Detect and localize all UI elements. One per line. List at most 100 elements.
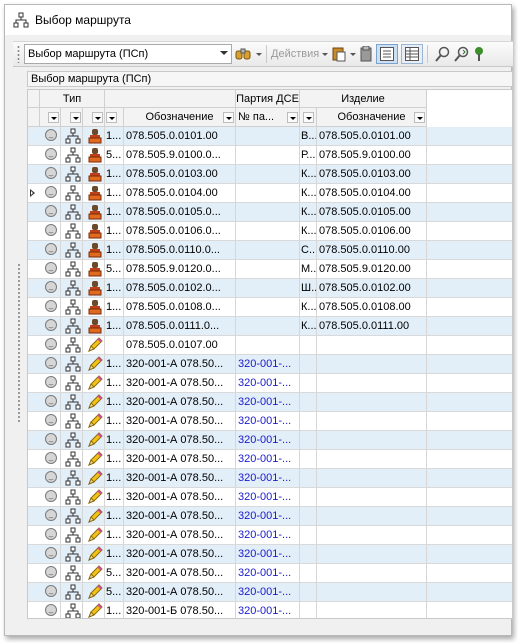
designation-cell[interactable]: 320-001-А 078.50... [124,355,236,373]
batch-no-cell[interactable] [236,146,300,164]
state-cell[interactable] [83,431,105,449]
status-cell[interactable] [40,336,61,354]
batch-no-cell[interactable]: 320-001-... [236,431,300,449]
state-cell[interactable] [83,374,105,392]
status-cell[interactable] [40,450,61,468]
column-header-designation[interactable]: Обозначение [124,108,236,127]
status-cell[interactable] [40,431,61,449]
number-cell[interactable]: 1... [105,165,124,183]
state-cell[interactable] [83,146,105,164]
batch-no-cell[interactable]: 320-001-... [236,545,300,563]
designation-cell[interactable]: 320-001-А 078.50... [124,393,236,411]
table-row[interactable]: 1... 320-001-А 078.50... 320-001-... [28,545,512,564]
product-kind-cell[interactable]: К... [300,203,317,221]
status-cell[interactable] [40,184,61,202]
product-designation-cell[interactable] [317,336,427,354]
kind-cell[interactable] [61,241,83,259]
table-row[interactable]: 1...078.505.0.0102.0... Ш...078.505.0.010… [28,279,512,298]
product-kind-cell[interactable] [300,374,317,392]
batch-no-cell[interactable]: 320-001-... [236,450,300,468]
designation-cell[interactable]: 320-001-А 078.50... [124,545,236,563]
product-kind-cell[interactable] [300,336,317,354]
status-cell[interactable] [40,355,61,373]
table-row[interactable]: 5...078.505.9.0120.0... М...078.505.9.012… [28,260,512,279]
column-header-number[interactable] [105,108,124,127]
table-row[interactable]: 5... 078.505.9.0100.0... Р... 078.505.9.010… [28,146,512,165]
designation-cell[interactable]: 320-001-А 078.50... [124,374,236,392]
batch-no-cell[interactable] [236,203,300,221]
paste-button[interactable] [331,44,357,64]
table-row[interactable]: 1... 320-001-А 078.50... 320-001-... [28,393,512,412]
column-group-batch[interactable]: Партия ДСЕ [236,90,300,108]
column-header-product-designation[interactable]: Обозначение [317,108,427,127]
product-kind-cell[interactable] [300,393,317,411]
state-cell[interactable] [83,450,105,468]
status-cell[interactable] [40,298,61,316]
number-cell[interactable]: 1... [105,127,124,145]
product-kind-cell[interactable] [300,412,317,430]
table-row[interactable]: 1... 320-001-А 078.50... 320-001-... [28,469,512,488]
state-cell[interactable] [83,545,105,563]
product-kind-cell[interactable] [300,564,317,582]
kind-cell[interactable] [61,260,83,278]
kind-cell[interactable] [61,374,83,392]
product-kind-cell[interactable]: Р... [300,146,317,164]
column-header-status[interactable] [40,108,61,127]
designation-cell[interactable]: 078.505.0.0103.00 [124,165,236,183]
product-designation-cell[interactable]: 078.505.0.0103.00 [317,165,427,183]
number-cell[interactable] [105,336,124,354]
status-cell[interactable] [40,602,61,618]
state-cell[interactable] [83,583,105,601]
number-cell[interactable]: 1... [105,222,124,240]
table-row[interactable]: 1... 078.505.0.0103.00 К... 078.505.0.0103.… [28,165,512,184]
product-designation-cell[interactable]: 078.505.0.0101.00 [317,127,427,145]
designation-cell[interactable]: 320-001-А 078.50... [124,412,236,430]
product-designation-cell[interactable]: 078.505.0.0111.00 [317,317,427,335]
column-group-type[interactable]: Тип [40,90,105,108]
kind-cell[interactable] [61,488,83,506]
column-header-state[interactable] [83,108,105,127]
product-designation-cell[interactable]: 078.505.9.0100.00 [317,146,427,164]
column-header-kind[interactable] [61,108,83,127]
kind-cell[interactable] [61,184,83,202]
state-cell[interactable] [83,165,105,183]
table-row[interactable]: 1... 320-001-А 078.50... 320-001-... [28,412,512,431]
number-cell[interactable]: 1... [105,545,124,563]
product-kind-cell[interactable]: К... [300,222,317,240]
column-filter-dropdown[interactable] [287,112,298,123]
designation-cell[interactable]: 078.505.0.0101.00 [124,127,236,145]
state-cell[interactable] [83,412,105,430]
kind-cell[interactable] [61,127,83,145]
kind-cell[interactable] [61,298,83,316]
designation-cell[interactable]: 078.505.9.0100.0... [124,146,236,164]
product-designation-cell[interactable] [317,526,427,544]
kind-cell[interactable] [61,450,83,468]
status-cell[interactable] [40,222,61,240]
status-cell[interactable] [40,507,61,525]
product-kind-cell[interactable]: В... [300,127,317,145]
product-designation-cell[interactable] [317,583,427,601]
product-designation-cell[interactable] [317,564,427,582]
splitter-grip[interactable] [17,263,21,423]
designation-cell[interactable]: 078.505.0.0110.0... [124,241,236,259]
product-designation-cell[interactable]: 078.505.0.0105.00 [317,203,427,221]
designation-cell[interactable]: 320-001-А 078.50... [124,583,236,601]
state-cell[interactable] [83,241,105,259]
column-header-product-kind[interactable] [300,108,317,127]
number-cell[interactable]: 1... [105,450,124,468]
number-cell[interactable]: 5... [105,260,124,278]
batch-no-cell[interactable] [236,222,300,240]
batch-no-cell[interactable]: 320-001-... [236,583,300,601]
kind-cell[interactable] [61,412,83,430]
designation-cell[interactable]: 078.505.0.0107.00 [124,336,236,354]
table-row[interactable]: 1... 078.505.0.0104.00 К... 078.505.0.0104.… [28,184,512,203]
batch-no-cell[interactable]: 320-001-... [236,507,300,525]
batch-no-cell[interactable]: 320-001-... [236,469,300,487]
batch-no-cell[interactable] [236,184,300,202]
number-cell[interactable]: 1... [105,431,124,449]
batch-no-cell[interactable]: 320-001-... [236,374,300,392]
table-row[interactable]: 1... 078.505.0.0111.0... К... 078.505.0.011… [28,317,512,336]
product-designation-cell[interactable] [317,431,427,449]
column-filter-dropdown[interactable] [92,112,103,123]
state-cell[interactable] [83,279,105,297]
